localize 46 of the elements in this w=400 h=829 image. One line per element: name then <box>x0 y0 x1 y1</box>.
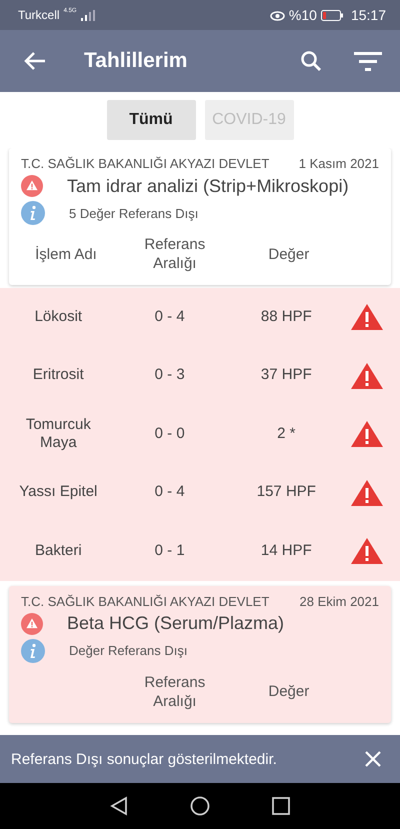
info-icon <box>21 638 45 662</box>
table-cell-text: 0 - 4 <box>154 308 186 327</box>
battery-icon <box>320 10 343 20</box>
institution-name: T.C. SAĞLIK BAKANLIĞI AKYAZI DEVLET <box>21 156 270 171</box>
table-cell-text: 0 - 1 <box>154 542 186 561</box>
home-nav-icon[interactable] <box>190 796 210 816</box>
battery-percent: %10 <box>288 7 317 23</box>
table-cell-text: 14 HPF <box>260 542 313 561</box>
back-nav-icon[interactable] <box>110 796 128 816</box>
institution-name: T.C. SAĞLIK BAKANLIĞI AKYAZI DEVLET <box>21 594 270 608</box>
warning-icon <box>21 612 43 634</box>
column-header: Referans Aralığı <box>143 674 206 712</box>
signal-icon <box>80 10 95 20</box>
table-cell-text: 0 - 0 <box>154 424 186 444</box>
column-header: İşlem Adı <box>34 246 98 264</box>
table-cell-text: 157 HPF <box>256 483 317 502</box>
column-header: Referans Aralığı <box>143 236 206 274</box>
table-cell-text: 0 - 4 <box>154 483 186 502</box>
test-name: Beta HCG (Serum/Plazma) <box>67 613 284 634</box>
clock-time: 15:17 <box>350 7 386 23</box>
table-cell-text: Eritrosit <box>32 366 85 386</box>
summary-text: 5 Değer Referans Dışı <box>69 206 198 220</box>
column-header: Değer <box>267 246 310 264</box>
table-cell-text: 88 HPF <box>260 308 313 327</box>
snackbar-message: Referans Dışı sonuçlar gösterilmektedir. <box>11 750 278 768</box>
filter-tab[interactable]: Tümü <box>106 100 196 140</box>
result-card[interactable]: T.C. SAĞLIK BAKANLIĞI AKYAZI DEVLET 28 Ekim 2021 Beta HCG (Serum/Plazma) Değer Referans Dışı Referans Aralığı Değer <box>9 586 391 722</box>
eye-icon <box>270 10 285 20</box>
table-cell-text: Lökosit <box>34 308 84 327</box>
info-icon <box>21 201 45 225</box>
result-card[interactable]: T.C. SAĞLIK BAKANLIĞI AKYAZI DEVLET 1 Kasım 2021 Tam idrar analizi (Strip+Mikroskopi) 5 Değer Referans Dışı İşlem Adı Referans Aralığı Değer <box>9 148 391 285</box>
table-cell-text: Yassı Epitel <box>18 483 98 502</box>
screen-title: Tahlillerim <box>84 49 188 73</box>
result-date: 1 Kasım 2021 <box>298 156 379 171</box>
test-name: Tam idrar analizi (Strip+Mikroskopi) <box>67 176 349 196</box>
table-cell-text: 2 * <box>276 424 297 444</box>
table-cell-text: Bakteri <box>34 542 83 561</box>
column-header: Değer <box>267 683 310 702</box>
carrier-name: Turkcell <box>18 8 60 22</box>
table-cell-text: 0 - 3 <box>154 366 186 386</box>
warning-icon <box>21 175 43 197</box>
recents-nav-icon[interactable] <box>272 797 290 815</box>
summary-text: Değer Referans Dışı <box>69 643 188 658</box>
result-date: 28 Ekim 2021 <box>300 594 379 608</box>
table-cell-text: Tomurcuk Maya <box>24 416 92 453</box>
table-cell-text: 37 HPF <box>260 366 313 386</box>
